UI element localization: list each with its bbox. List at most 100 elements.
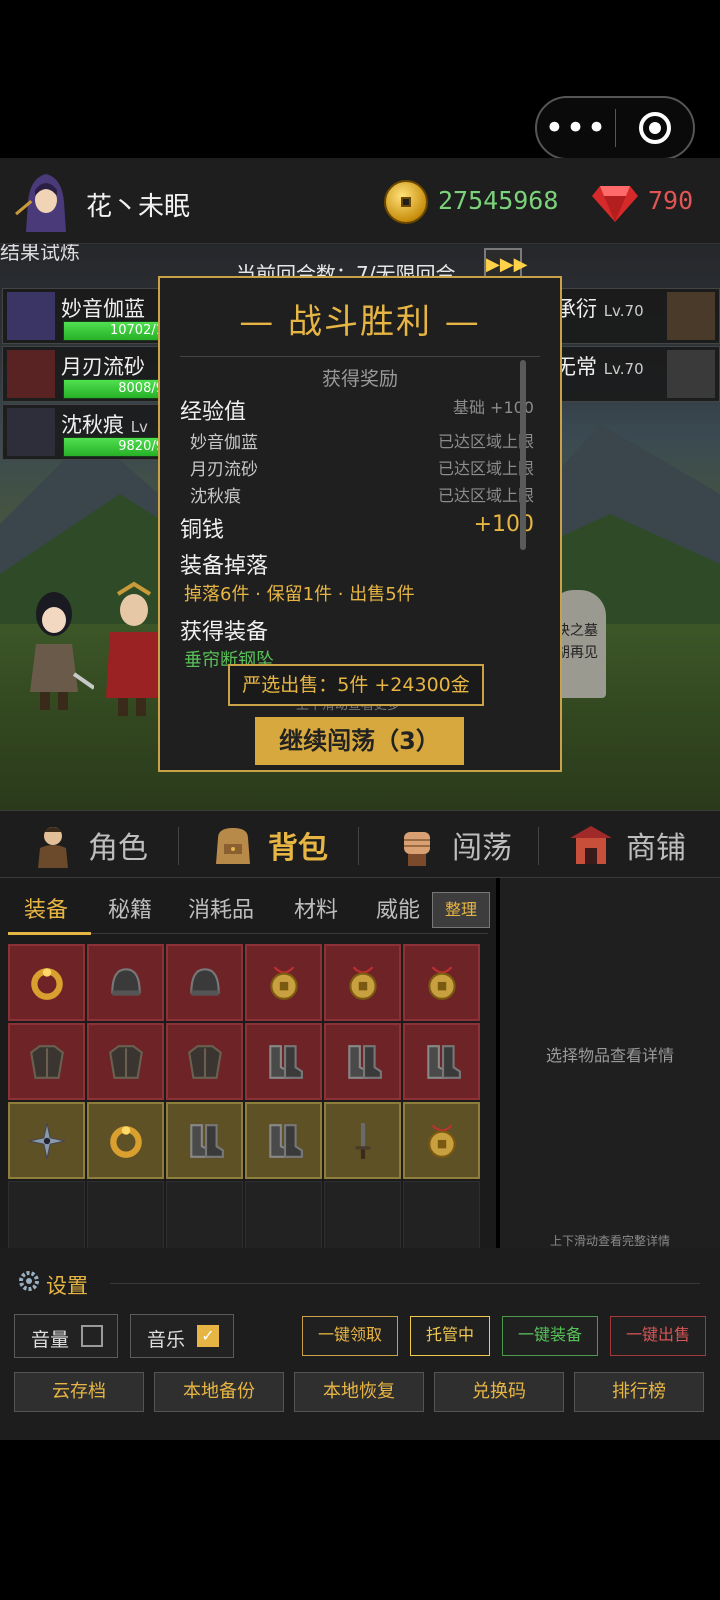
music-checkbox[interactable]: ✓ [197,1325,219,1347]
empty-slot[interactable] [403,1181,480,1258]
boots-icon [347,1044,382,1079]
drop-row: 装备掉落 [180,548,534,579]
helmet-icon [110,967,141,996]
settings-title: 设置 [46,1274,88,1298]
auto-sell-summary: 严选出售：5件 +24300金 [228,664,484,706]
inventory-subtabs: 装备 秘籍 消耗品 材料 威能 [8,882,488,935]
inventory-slot[interactable] [166,1102,243,1179]
enemy-unit[interactable]: 承衍 Lv.70 [548,288,720,344]
amulet-icon [427,1123,456,1158]
music-toggle[interactable]: 音乐 ✓ [130,1314,234,1358]
subtab-manuals[interactable]: 秘籍 [108,892,152,924]
subtab-consumables[interactable]: 消耗品 [188,892,254,924]
amulet-icon [427,965,456,1000]
tab-character[interactable]: 角色 [30,811,148,879]
inventory-slot[interactable] [245,1023,322,1100]
tab-bag[interactable]: 背包 [210,811,328,879]
obtained-label: 获得装备 [180,620,269,645]
enemy-level: Lv.70 [603,302,644,320]
leaderboard-button[interactable]: 排行榜 [574,1372,704,1412]
victory-title: — 战斗胜利 — [239,302,481,342]
inventory-slot[interactable] [166,944,243,1021]
local-restore-button[interactable]: 本地恢复 [294,1372,424,1412]
tab-divider [358,827,359,865]
ally-portrait [7,350,55,398]
enemy-portrait [667,350,715,398]
inventory-slot[interactable] [245,1102,322,1179]
amulet-icon [348,965,377,1000]
item-detail-panel: 选择物品查看详情 [500,878,720,1248]
cloud-save-button[interactable]: 云存档 [14,1372,144,1412]
boots-icon [189,1123,224,1158]
volume-label: 音量 [31,1329,70,1351]
armor-icon [187,1044,222,1079]
equip-all-button[interactable]: 一键装备 [502,1316,598,1356]
inventory-slot[interactable] [87,1102,164,1179]
inventory-slot[interactable] [8,1023,85,1100]
exp-member-row: 妙音伽蓝 已达区域上限 [180,428,534,454]
sort-button[interactable]: 整理 [432,892,490,928]
inventory-slot[interactable] [8,1102,85,1179]
inventory-slot[interactable] [8,944,85,1021]
exp-member-row: 月刃流砂 已达区域上限 [180,455,534,481]
ally-unit[interactable]: 沈秋痕 Lv 9820/9 [2,404,172,460]
boots-icon [426,1044,461,1079]
subtab-equipment[interactable]: 装备 [24,892,68,924]
inventory-slot[interactable] [324,1102,401,1179]
inventory-slot[interactable] [403,1023,480,1100]
inventory-slot[interactable] [87,1023,164,1100]
continue-button[interactable]: 继续闯荡（3） [255,717,464,765]
local-backup-button[interactable]: 本地备份 [154,1372,284,1412]
volume-toggle[interactable]: 音量 [14,1314,118,1358]
drop-label: 装备掉落 [180,554,269,579]
tab-label: 角色 [88,831,148,866]
sell-all-button[interactable]: 一键出售 [610,1316,706,1356]
ally-unit[interactable]: 月刃流砂 8008/9 [2,346,172,402]
inventory-slot[interactable] [403,1102,480,1179]
redeem-code-button[interactable]: 兑换码 [434,1372,564,1412]
armor-icon [108,1044,143,1079]
member-name: 沈秋痕 [190,487,241,507]
main-tab-bar: 角色 背包 闯荡 商铺 [0,810,720,878]
empty-slot[interactable] [8,1181,85,1258]
tab-label: 商铺 [626,831,686,866]
empty-slot[interactable] [87,1181,164,1258]
amulet-icon [269,965,298,1000]
empty-slot[interactable] [166,1181,243,1258]
tab-label: 背包 [268,831,328,866]
claim-all-button[interactable]: 一键领取 [302,1316,398,1356]
shuriken-icon [28,1122,65,1159]
inventory-slot[interactable] [245,944,322,1021]
inventory-slot[interactable] [403,944,480,1021]
detail-placeholder: 选择物品查看详情 [545,1046,674,1065]
tab-adventure[interactable]: 闯荡 [394,811,512,879]
character-icon [38,827,68,868]
empty-slot[interactable] [324,1181,401,1258]
dagger-icon [355,1122,370,1159]
enemy-unit[interactable]: 无常 Lv.70 [548,346,720,402]
inventory-slot[interactable] [166,1023,243,1100]
ally-portrait [7,408,55,456]
modal-scrollbar[interactable] [520,360,526,550]
volume-checkbox[interactable] [81,1325,103,1347]
armor-icon [29,1044,64,1079]
settings-panel: 设置 音量 音乐 ✓ 一键领取 托管中 一键装备 一键出售 云存档 本地备份 本… [0,1248,720,1440]
close-program-button[interactable] [616,112,693,144]
subtab-power[interactable]: 威能 [376,892,420,924]
ally-portrait [7,292,55,340]
empty-slot[interactable] [245,1181,322,1258]
more-menu-button[interactable]: ••• [537,111,615,145]
ally-unit[interactable]: 妙音伽蓝 10702/1 [2,288,172,344]
detail-scroll-hint: 上下滑动查看完整详情 [549,1234,670,1248]
boots-icon [268,1123,303,1158]
inventory-slot[interactable] [324,1023,401,1100]
player-avatar[interactable] [14,168,76,234]
ally-hp-text: 10702/1 [109,323,164,338]
gem-icon [592,186,638,222]
tab-shop[interactable]: 商铺 [568,811,686,879]
subtab-materials[interactable]: 材料 [294,892,338,924]
auto-battle-button[interactable]: 托管中 [410,1316,490,1356]
member-name: 妙音伽蓝 [190,433,258,453]
inventory-slot[interactable] [87,944,164,1021]
inventory-slot[interactable] [324,944,401,1021]
